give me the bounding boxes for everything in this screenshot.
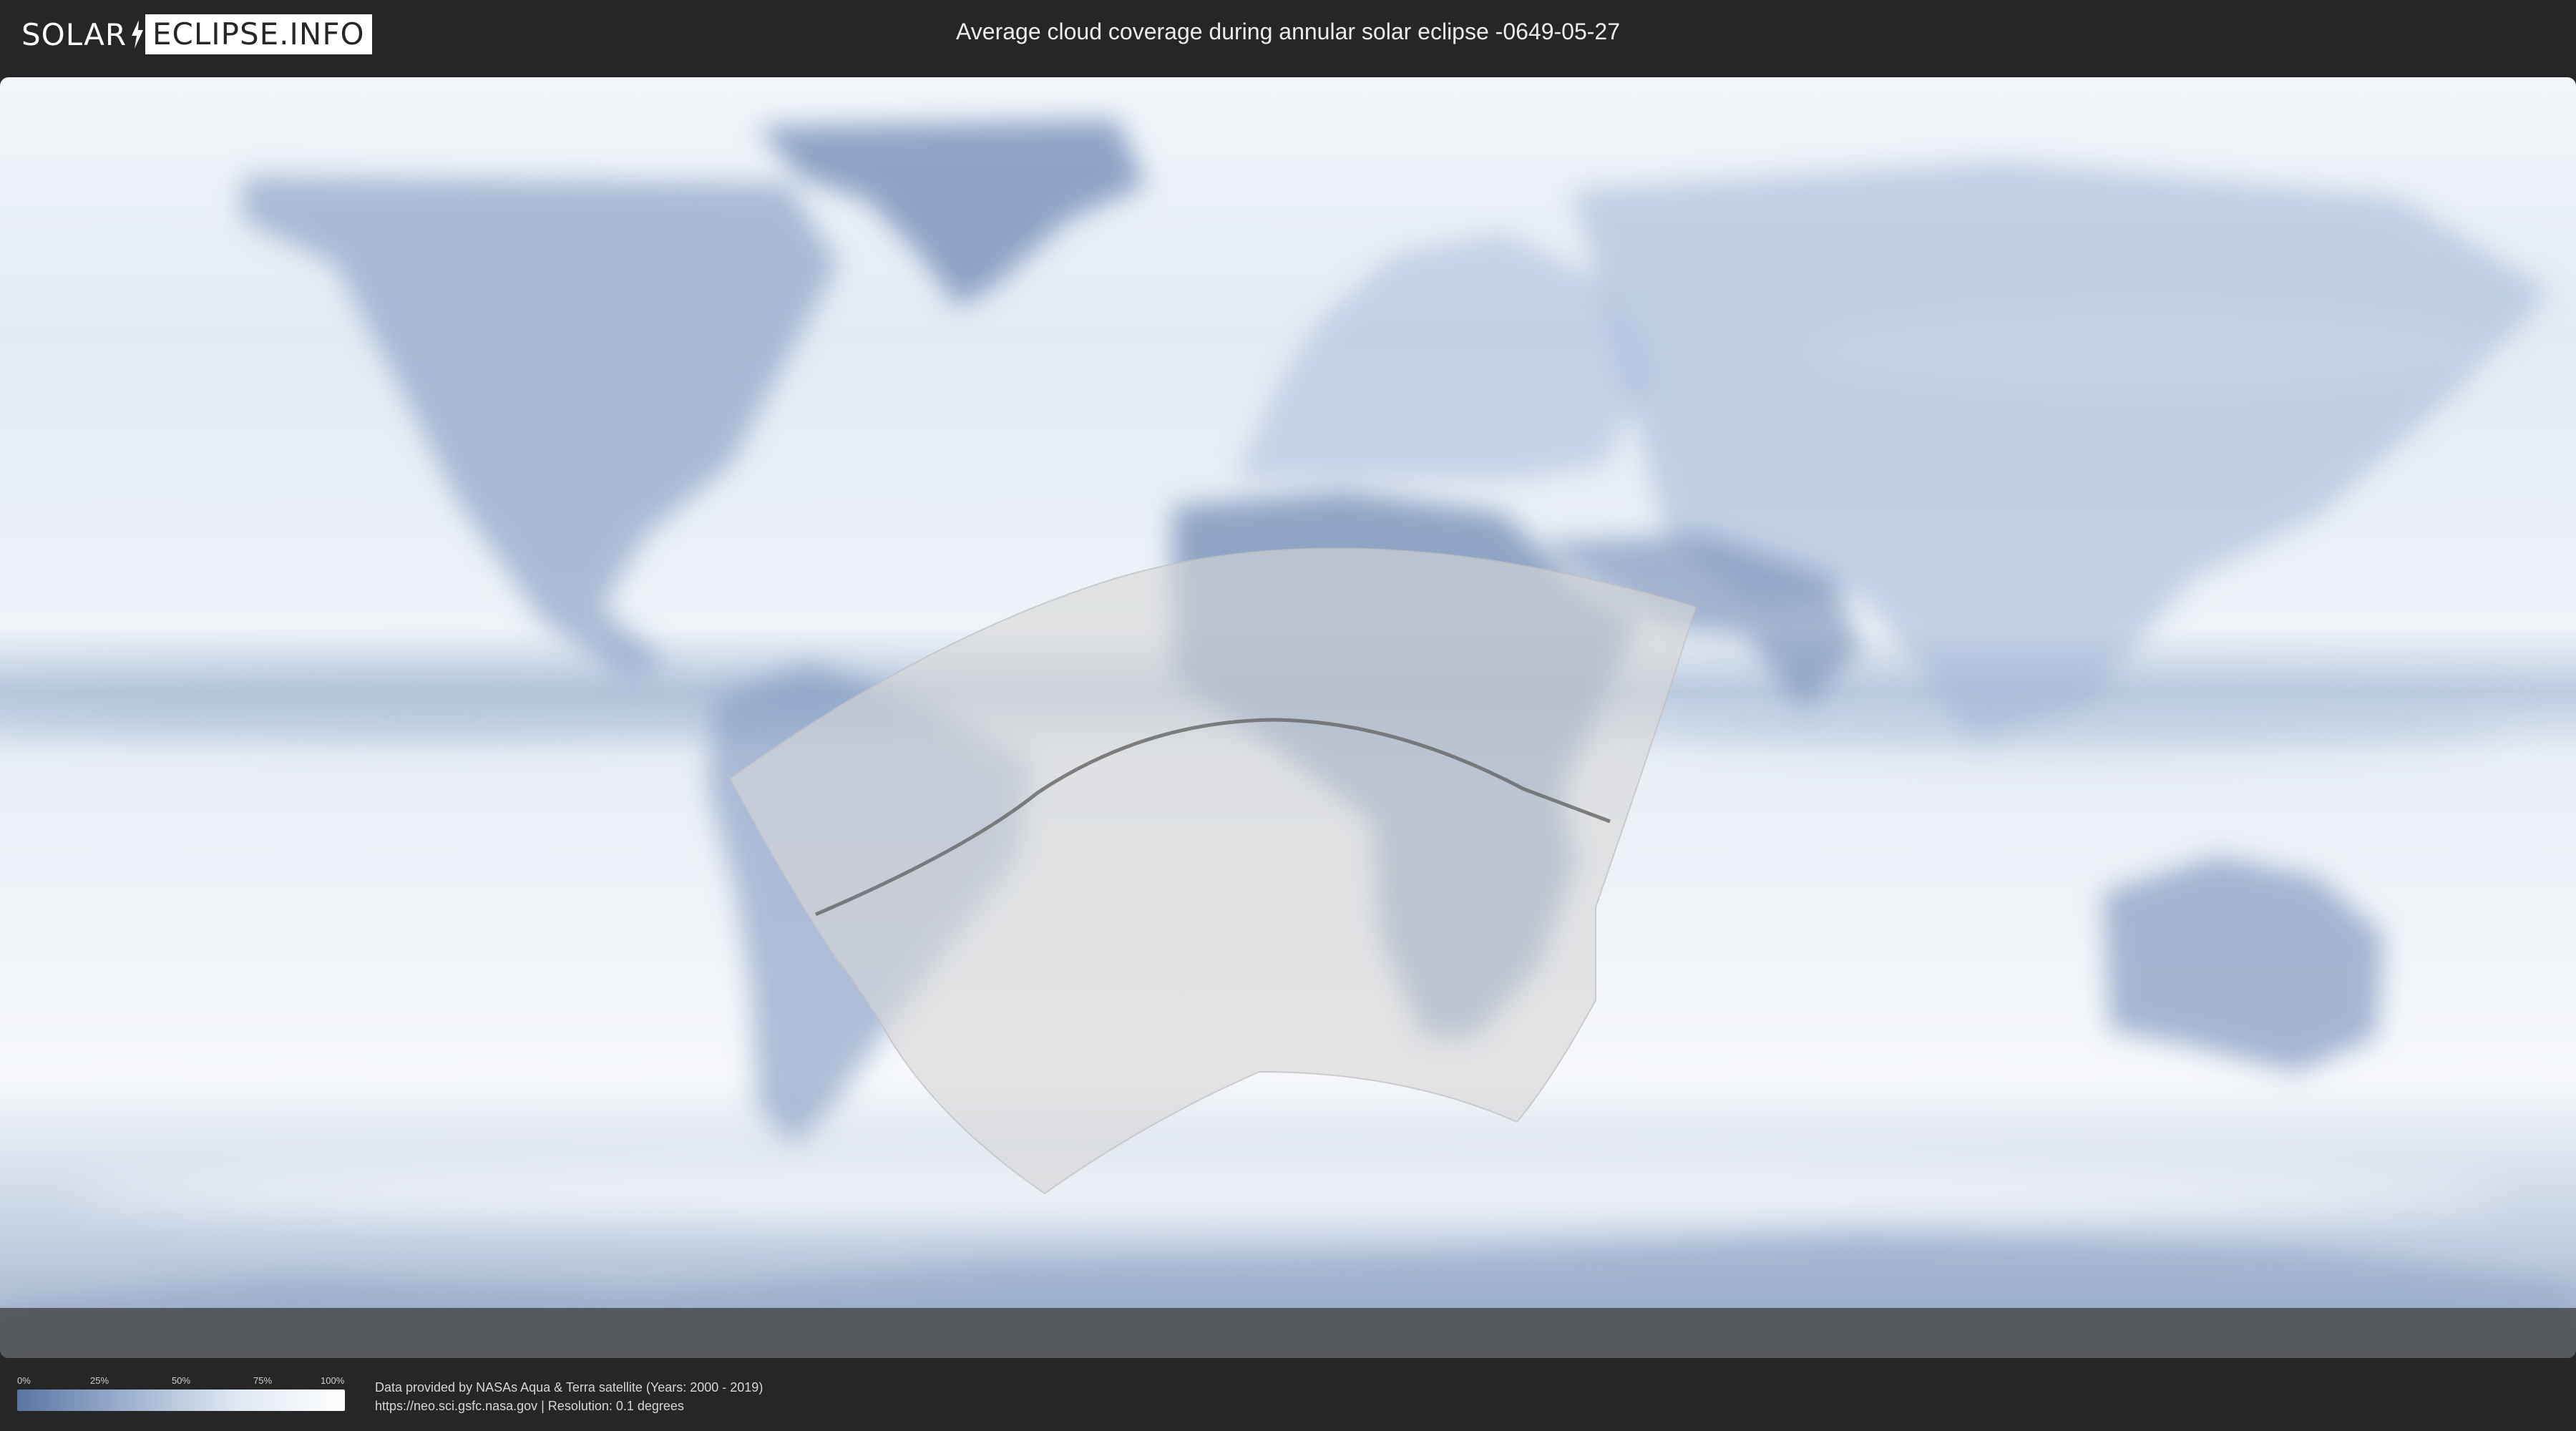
legend-tick-100: 100% — [321, 1375, 345, 1386]
legend-tick-75: 75% — [253, 1375, 273, 1386]
legend-tick-0: 0% — [17, 1375, 31, 1386]
legend-ticks: 0% 25% 50% 75% 100% — [17, 1375, 345, 1390]
legend-tick-50: 50% — [172, 1375, 191, 1386]
footer-bar: 0% 25% 50% 75% 100% Data provided by NAS… — [0, 1359, 2576, 1431]
legend-tick-25: 25% — [90, 1375, 109, 1386]
world-map-canvas — [0, 77, 2576, 1358]
antarctic-shadow — [0, 1308, 2576, 1358]
cloud-coverage-legend: 0% 25% 50% 75% 100% — [17, 1375, 345, 1411]
header-bar: SOLAR ECLIPSE.INFO Average cloud coverag… — [0, 0, 2576, 72]
cloud-coverage-map[interactable] — [0, 77, 2576, 1358]
credit-source: Data provided by NASAs Aqua & Terra sate… — [375, 1380, 763, 1395]
legend-gradient-bar — [17, 1390, 345, 1411]
page-title: Average cloud coverage during annular so… — [956, 19, 1620, 44]
data-credit: Data provided by NASAs Aqua & Terra sate… — [375, 1378, 763, 1415]
credit-url-resolution[interactable]: https://neo.sci.gsfc.nasa.gov | Resoluti… — [375, 1397, 763, 1415]
